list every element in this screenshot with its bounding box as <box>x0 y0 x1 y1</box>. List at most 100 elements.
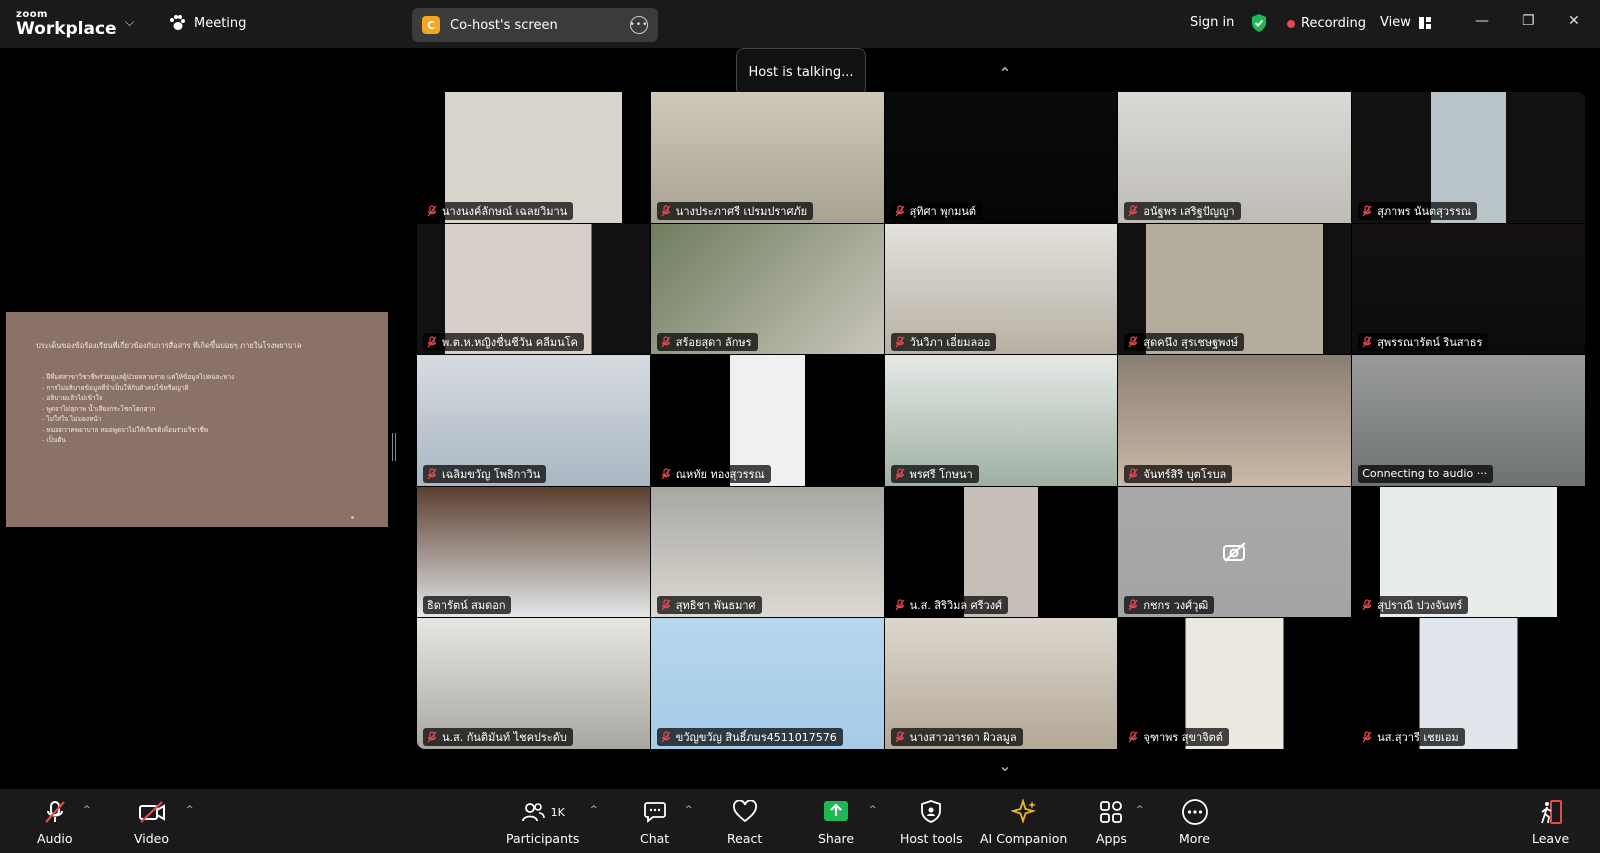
participant-name: พ.ต.ห.หญิงชื่นชีวัน คลีมนโค <box>442 336 578 350</box>
host-talking-tooltip: Host is talking... <box>736 48 866 96</box>
share-label: Share <box>818 831 855 846</box>
react-button[interactable]: React <box>727 799 762 846</box>
brand-large: Workplace <box>16 19 117 39</box>
chat-options-caret-icon[interactable]: ^ <box>685 805 693 815</box>
more-icon <box>1181 799 1208 825</box>
participant-name: Connecting to audio ··· <box>1362 467 1488 481</box>
more-options-icon[interactable]: ••• <box>630 16 648 34</box>
participant-name-tag: Connecting to audio ··· <box>1358 464 1494 483</box>
recording-indicator[interactable]: Recording <box>1287 16 1366 31</box>
participant-tile[interactable]: นส.สุวารี เชยเอม <box>1352 618 1585 749</box>
leave-button[interactable]: Leave <box>1532 799 1569 846</box>
participant-name: สุทิศา พุกมนต์ <box>909 204 977 218</box>
participant-tile[interactable]: ขวัญขวัญ สินธิ์ภมร4511017576 <box>650 618 884 749</box>
cohost-badge: C <box>422 16 440 34</box>
video-button[interactable]: Video <box>134 799 169 846</box>
mic-muted-icon <box>661 731 671 743</box>
participants-button[interactable]: 1K Participants <box>506 799 579 846</box>
participant-name: น.ส. สิริวิมล ศรีวงศ์ <box>909 599 1003 613</box>
participant-tile[interactable]: สุภาพร นันตสุวรรณ <box>1352 92 1585 223</box>
heart-icon <box>732 800 757 823</box>
camera-off-icon <box>138 801 165 823</box>
participants-label: Participants <box>506 831 580 846</box>
participant-name-tag: สุพรรณารัตน์ รินสาธร <box>1358 333 1489 352</box>
sparkle-icon <box>1010 799 1036 824</box>
sign-in-link[interactable]: Sign in <box>1190 15 1234 30</box>
camera-off-icon <box>1222 542 1246 562</box>
participant-tile[interactable]: สุปราณี ปวงจันทร์ <box>1352 486 1585 618</box>
top-bar: zoom Workplace ⌵ Meeting C Co-host's scr… <box>0 0 1600 48</box>
apps-button[interactable]: Apps <box>1096 799 1127 846</box>
participant-tile[interactable]: จันทร์สิริ บุตโรบล <box>1118 355 1352 486</box>
chevron-up-icon[interactable]: ⌃ <box>972 56 1038 90</box>
mic-muted-icon <box>661 468 671 480</box>
participant-name-tag: สุทิศา พุกมนต์ <box>890 201 983 220</box>
slide-bullet: พูดจาไม่สุภาพ น้ำเสียงกระโชกโฮกฮาก <box>42 404 358 415</box>
participant-tile[interactable]: สุทธิชา พันธมาศ <box>650 486 884 618</box>
mic-muted-icon <box>1128 731 1138 743</box>
participant-tile[interactable]: น.ส. กันติมันท์ ไชคประดับ <box>417 618 650 749</box>
cohost-screen-tab[interactable]: C Co-host's screen ••• <box>412 8 658 42</box>
shield-icon <box>921 800 942 823</box>
participant-tile[interactable]: Connecting to audio ··· <box>1352 355 1585 486</box>
participant-name: พรศรี โกษนา <box>909 467 973 481</box>
participant-tile[interactable]: น.ส. สิริวิมล ศรีวงศ์ <box>884 486 1118 618</box>
share-options-caret-icon[interactable]: ^ <box>869 805 877 815</box>
slide-bullet: อธิบายแล้วไม่เข้าใจ <box>42 393 358 404</box>
participant-tile[interactable]: อนัฐพร เสริฐปัญญา <box>1118 92 1352 223</box>
participant-tile[interactable]: ธิดารัตน์ สมดอก <box>417 486 650 618</box>
mic-muted-icon <box>895 731 905 743</box>
participant-tile[interactable]: จุฑาพร สุขาจิตต์ <box>1118 618 1352 749</box>
slide-dot <box>351 516 354 519</box>
mic-muted-icon <box>1128 204 1138 216</box>
chevron-down-icon[interactable]: ⌵ <box>125 15 134 30</box>
mic-muted-icon <box>1362 599 1372 611</box>
audio-button[interactable]: Audio <box>37 799 73 846</box>
participant-name: น.ส. กันติมันท์ ไชคประดับ <box>442 731 567 744</box>
chevron-down-icon[interactable]: ⌄ <box>972 748 1038 782</box>
participants-options-caret-icon[interactable]: ^ <box>590 805 598 815</box>
participant-tile[interactable]: สุพรรณารัตน์ รินสาธร <box>1352 223 1585 355</box>
participant-tile[interactable]: สุดคนึง สุรเชษฐพงษ์ <box>1118 223 1352 355</box>
leave-icon <box>1540 800 1562 824</box>
ai-companion-button[interactable]: AI Companion <box>980 799 1067 846</box>
participant-tile[interactable]: สร้อยสุดา ลักษร <box>650 223 884 355</box>
shared-screen[interactable]: ประเด็นของข้อร้องเรียนที่เกี่ยวข้องกับกา… <box>6 312 388 527</box>
more-button[interactable]: More <box>1179 799 1210 846</box>
recording-dot-icon <box>1287 19 1295 28</box>
participant-tile[interactable]: นางนงค์ลักษณ์ เฉลยวิมาน <box>417 92 650 223</box>
meeting-button[interactable]: Meeting <box>168 14 246 32</box>
minimize-icon[interactable]: — <box>1475 13 1489 29</box>
chat-button[interactable]: Chat <box>640 799 669 846</box>
participant-tile[interactable]: พรศรี โกษนา <box>884 355 1118 486</box>
cohost-title: Co-host's screen <box>450 17 558 33</box>
participant-tile[interactable]: นางประภาศรี เปรมปราศภัย <box>650 92 884 223</box>
shield-check-icon[interactable] <box>1250 13 1268 33</box>
participant-tile[interactable]: เฉลิมขวัญ โพธิกาวิน <box>417 355 650 486</box>
more-label: More <box>1179 831 1210 846</box>
video-options-caret-icon[interactable]: ^ <box>186 805 194 815</box>
mic-muted-icon <box>661 599 671 611</box>
video-gallery: นางนงค์ลักษณ์ เฉลยวิมาน นางประภาศรี เปรมป… <box>417 92 1585 749</box>
maximize-icon[interactable]: ❐ <box>1522 13 1535 29</box>
participant-name-tag: นางประภาศรี เปรมปราศภัย <box>656 201 814 220</box>
share-button[interactable]: Share <box>818 799 854 846</box>
participant-tile[interactable]: นางสาวอารดา ผิวลมูล <box>884 618 1118 749</box>
participant-tile[interactable]: สุทิศา พุกมนต์ <box>884 92 1118 223</box>
slide-bullet: ไม่ใส่ใจ ไม่มองหน้า <box>42 414 358 425</box>
participant-tile[interactable]: พ.ต.ห.หญิงชื่นชีวัน คลีมนโค <box>417 223 650 355</box>
participant-tile[interactable]: ณหทัย ทองสุวรรณ <box>650 355 884 486</box>
participant-tile[interactable]: กชกร วงศ์วุฒิ <box>1118 486 1352 618</box>
mic-muted-icon <box>661 204 671 216</box>
audio-options-caret-icon[interactable]: ^ <box>83 805 91 815</box>
mic-muted-icon <box>1128 468 1138 480</box>
mic-muted-icon <box>1362 204 1372 216</box>
participant-name-tag: นางสาวอารดา ผิวลมูล <box>890 728 1023 746</box>
close-icon[interactable]: ✕ <box>1568 13 1580 29</box>
apps-label: Apps <box>1096 831 1127 846</box>
apps-options-caret-icon[interactable]: ^ <box>1136 805 1144 815</box>
host-tools-button[interactable]: Host tools <box>900 799 963 846</box>
view-button[interactable]: View <box>1380 15 1431 30</box>
participant-tile[interactable]: วันวิภา เอี่ยมลออ <box>884 223 1118 355</box>
splitter-handle[interactable] <box>392 433 396 461</box>
